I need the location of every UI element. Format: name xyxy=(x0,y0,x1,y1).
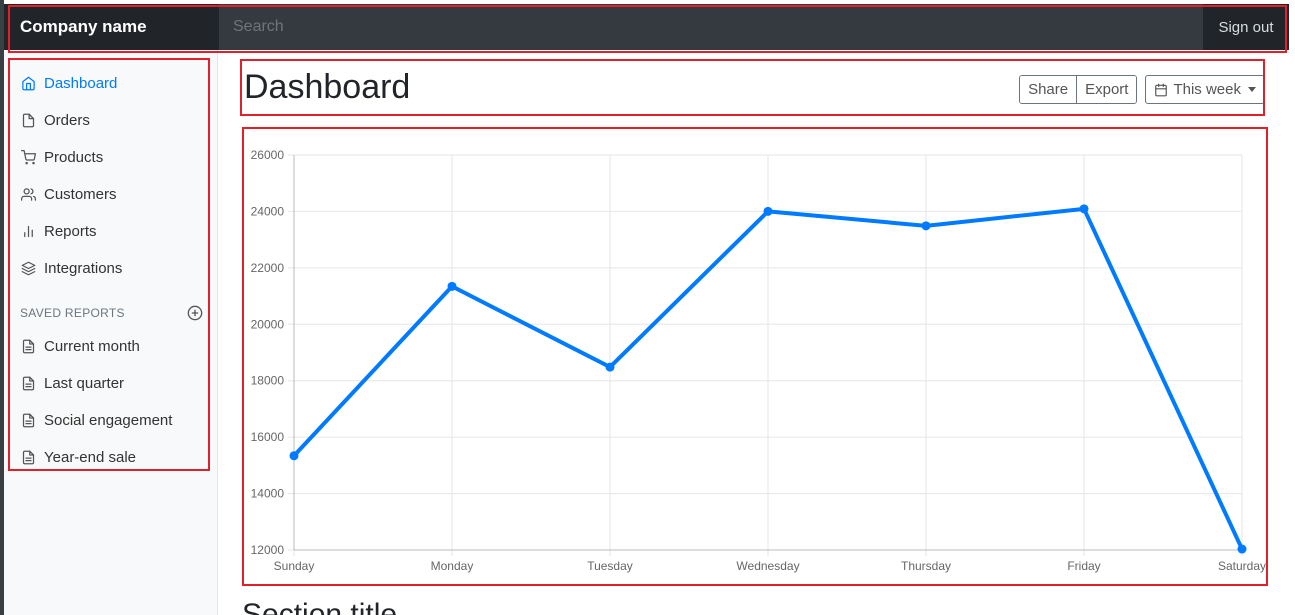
sign-out-link[interactable]: Sign out xyxy=(1203,4,1289,50)
y-tick-label: 12000 xyxy=(251,543,285,557)
layers-icon xyxy=(20,261,36,277)
sidebar-item-label: Integrations xyxy=(44,260,123,277)
home-icon xyxy=(20,76,36,92)
y-tick-label: 24000 xyxy=(251,204,285,218)
saved-report-label: Current month xyxy=(44,338,140,355)
sidebar-item-label: Dashboard xyxy=(44,75,118,92)
sidebar-item-label: Products xyxy=(44,149,104,166)
saved-report-year-end-sale[interactable]: Year-end sale xyxy=(4,439,217,476)
sidebar-item-reports[interactable]: Reports xyxy=(4,213,217,250)
chart-container: 12000 14000 16000 18000 20000 22000 24000 26000… xyxy=(244,130,1270,585)
y-tick-label: 20000 xyxy=(251,317,285,331)
x-tick-label: Wednesday xyxy=(736,559,799,573)
sidebar-item-products[interactable]: Products xyxy=(4,139,217,176)
saved-report-current-month[interactable]: Current month xyxy=(4,328,217,365)
sidebar: Dashboard Orders Products Customers Repo… xyxy=(4,50,218,615)
top-navbar: Company name Sign out xyxy=(4,4,1289,50)
toolbar: Share Export This week xyxy=(1019,75,1265,104)
saved-reports-header: SAVED REPORTS xyxy=(4,301,217,325)
period-dropdown[interactable]: This week xyxy=(1145,75,1265,104)
y-tick-label: 22000 xyxy=(251,261,285,275)
sidebar-item-label: Orders xyxy=(44,112,90,129)
data-point xyxy=(605,362,615,372)
data-point xyxy=(1237,544,1247,554)
file-text-icon xyxy=(20,376,36,392)
sidebar-item-orders[interactable]: Orders xyxy=(4,102,217,139)
users-icon xyxy=(20,187,36,203)
search-input[interactable] xyxy=(219,4,1203,50)
share-button[interactable]: Share xyxy=(1020,76,1077,103)
share-export-group: Share Export xyxy=(1019,75,1138,104)
main-content: Dashboard Share Export This week 12000 14… xyxy=(218,50,1295,615)
export-button[interactable]: Export xyxy=(1076,76,1137,103)
sidebar-item-integrations[interactable]: Integrations xyxy=(4,250,217,287)
y-tick-label: 16000 xyxy=(251,430,285,444)
page-title: Dashboard xyxy=(244,68,411,106)
cart-icon xyxy=(20,150,36,166)
caret-down-icon xyxy=(1248,87,1256,92)
x-tick-label: Tuesday xyxy=(587,559,633,573)
file-text-icon xyxy=(20,339,36,355)
app-frame: Company name Sign out Dashboard Orders P… xyxy=(0,0,1295,615)
y-tick-label: 18000 xyxy=(251,374,285,388)
calendar-icon xyxy=(1155,83,1168,96)
file-text-icon xyxy=(20,450,36,466)
period-label: This week xyxy=(1173,81,1241,98)
saved-report-last-quarter[interactable]: Last quarter xyxy=(4,365,217,402)
add-report-icon[interactable] xyxy=(187,305,203,321)
brand-link[interactable]: Company name xyxy=(4,4,219,50)
sidebar-item-customers[interactable]: Customers xyxy=(4,176,217,213)
sidebar-item-dashboard[interactable]: Dashboard xyxy=(4,65,217,102)
x-tick-label: Thursday xyxy=(901,559,951,573)
saved-report-label: Year-end sale xyxy=(44,449,137,466)
data-point xyxy=(289,451,299,461)
y-tick-label: 26000 xyxy=(251,148,285,162)
saved-reports-title: SAVED REPORTS xyxy=(20,306,125,320)
x-tick-label: Sunday xyxy=(274,559,315,573)
y-tick-label: 14000 xyxy=(251,487,285,501)
data-point xyxy=(1079,204,1089,214)
data-point xyxy=(763,206,773,216)
data-point xyxy=(921,221,931,231)
x-tick-label: Friday xyxy=(1067,559,1100,573)
saved-report-social-engagement[interactable]: Social engagement xyxy=(4,402,217,439)
file-icon xyxy=(20,113,36,129)
sidebar-item-label: Reports xyxy=(44,223,97,240)
sidebar-item-label: Customers xyxy=(44,186,117,203)
x-tick-label: Monday xyxy=(431,559,474,573)
section-title: Section title xyxy=(242,598,398,615)
saved-report-label: Last quarter xyxy=(44,375,125,392)
file-text-icon xyxy=(20,413,36,429)
data-point xyxy=(447,281,457,291)
bar-chart-icon xyxy=(20,224,36,240)
line-chart: 12000 14000 16000 18000 20000 22000 24000 26000… xyxy=(251,148,1266,573)
saved-report-label: Social engagement xyxy=(44,412,173,429)
x-tick-label: Saturday xyxy=(1218,559,1266,573)
